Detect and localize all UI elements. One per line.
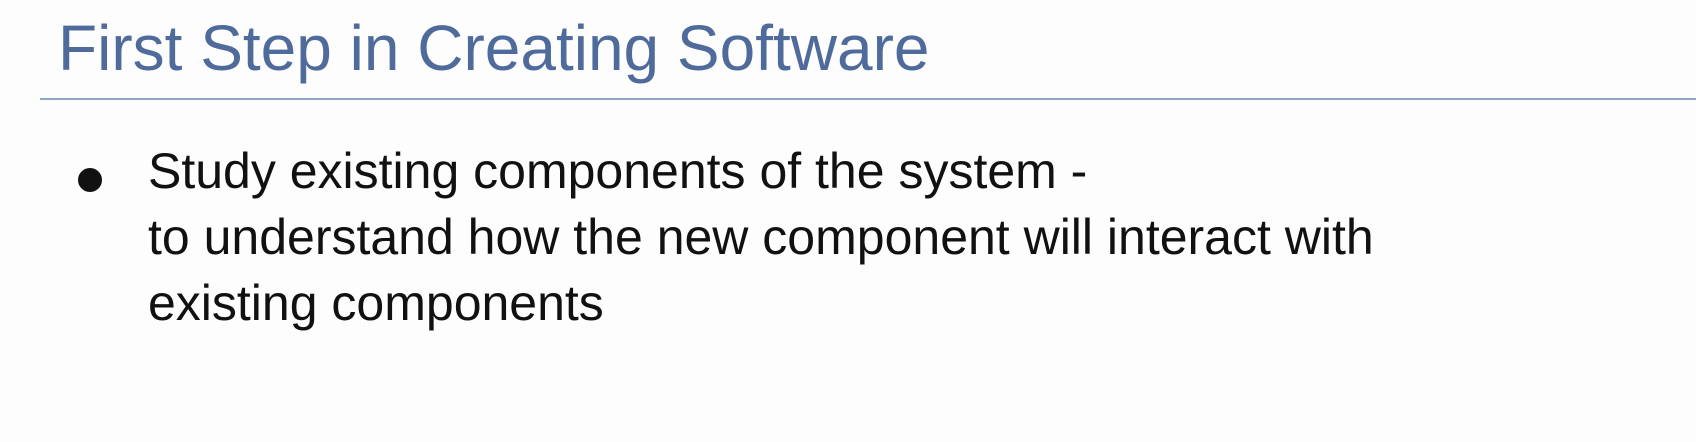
bullet-line-3: existing components [148, 275, 604, 331]
slide: First Step in Creating Software Study ex… [0, 0, 1696, 442]
bullet-item: Study existing components of the system … [0, 138, 1668, 336]
bullet-list: Study existing components of the system … [0, 138, 1668, 336]
slide-title: First Step in Creating Software [58, 12, 930, 84]
title-divider [40, 98, 1696, 100]
bullet-line-1: Study existing components of the system … [148, 143, 1088, 199]
bullet-line-2: to understand how the new component will… [148, 209, 1374, 265]
bullet-dot-icon [78, 168, 102, 192]
